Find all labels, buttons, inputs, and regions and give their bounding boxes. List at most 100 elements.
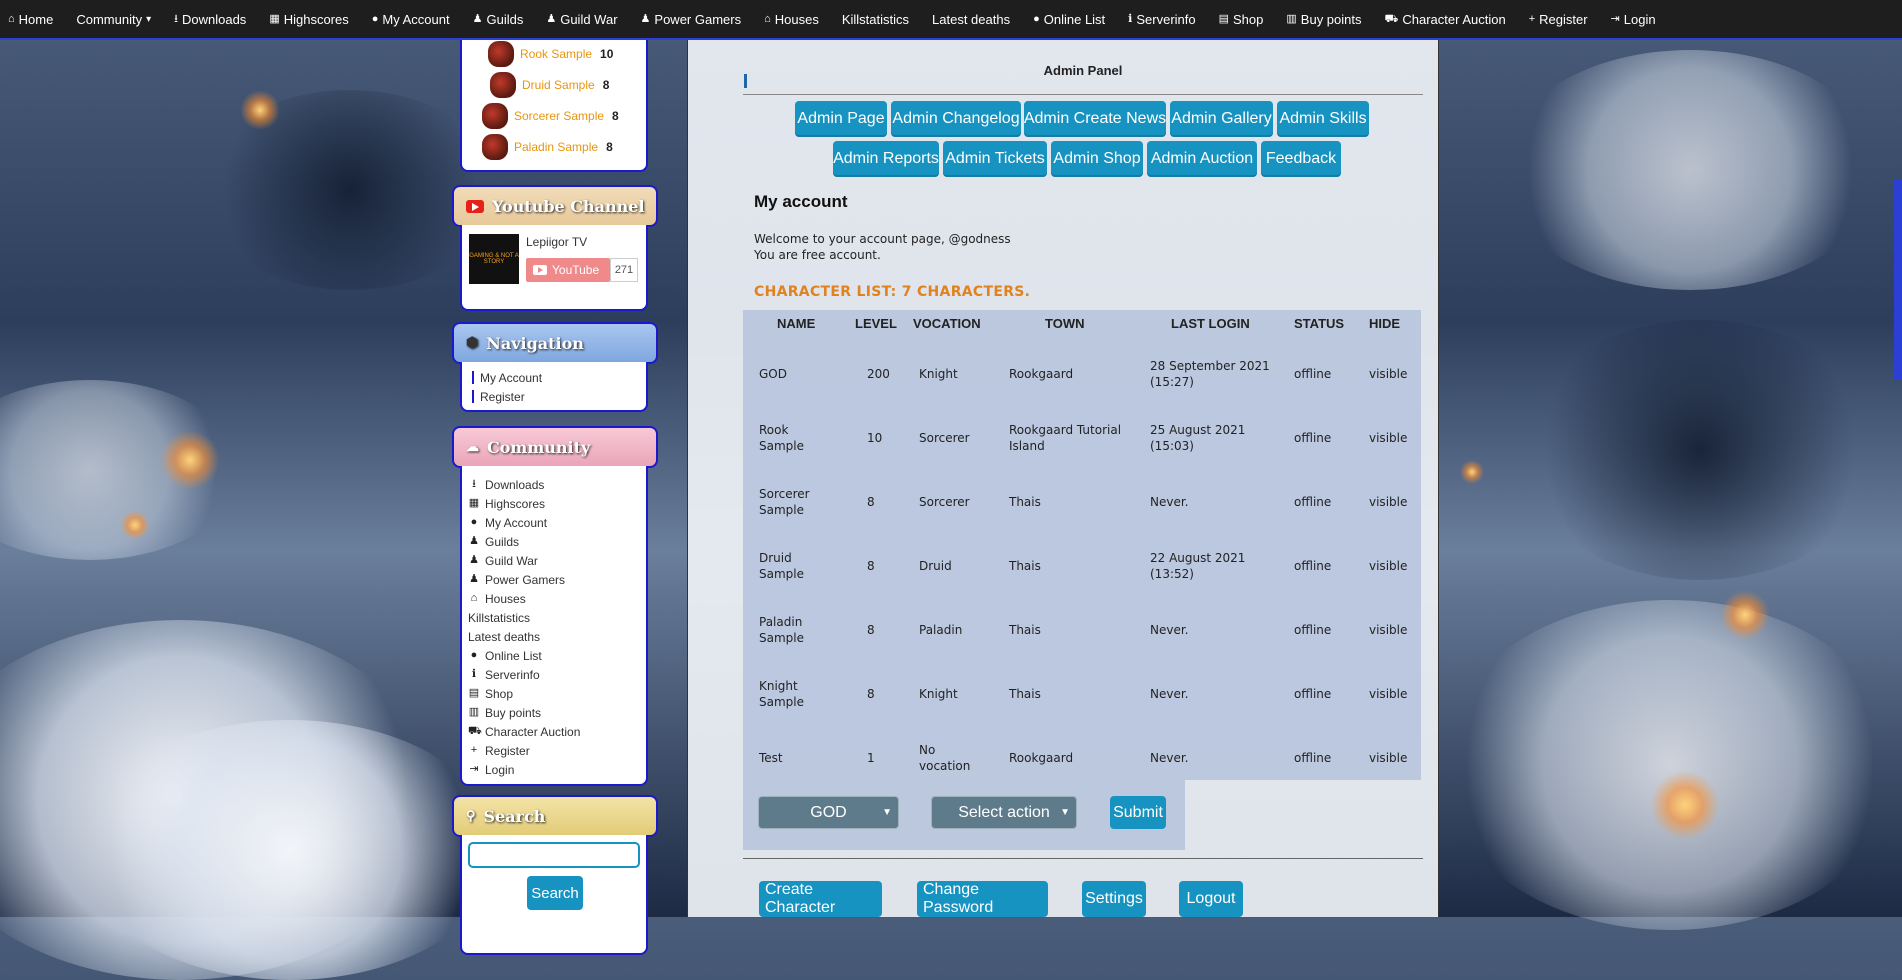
topnav-register[interactable]: + Register bbox=[1521, 12, 1603, 27]
admin-tickets-button[interactable]: Admin Tickets bbox=[943, 141, 1047, 177]
table-cell[interactable]: GOD bbox=[759, 366, 819, 382]
community-link-serverinfo[interactable]: ℹ Serverinfo bbox=[468, 665, 646, 684]
admin-changelog-button[interactable]: Admin Changelog bbox=[891, 101, 1021, 137]
topnav-houses[interactable]: ⌂ Houses bbox=[756, 12, 834, 27]
topnav-character-auction[interactable]: ⛟ Character Auction bbox=[1377, 12, 1521, 27]
community-link-highscores[interactable]: ▦ Highscores bbox=[468, 494, 646, 513]
admin-skills-button[interactable]: Admin Skills bbox=[1277, 101, 1369, 137]
topnav-guilds[interactable]: ♟ Guilds bbox=[465, 12, 539, 27]
channel-thumbnail[interactable]: GAMING & NOT A STORY bbox=[469, 234, 519, 284]
top-player-name[interactable]: Druid Sample bbox=[522, 78, 595, 92]
community-link-online-list[interactable]: ● Online List bbox=[468, 646, 646, 665]
admin-gallery-button[interactable]: Admin Gallery bbox=[1170, 101, 1273, 137]
topnav-power-gamers[interactable]: ♟ Power Gamers bbox=[633, 12, 757, 27]
character-select[interactable]: GOD ▼ bbox=[758, 796, 899, 829]
community-link-icon: ⛟ bbox=[468, 725, 482, 737]
logout-button[interactable]: Logout bbox=[1179, 881, 1243, 917]
topnav-downloads[interactable]: ⭳ Downloads bbox=[166, 12, 261, 27]
table-cell[interactable]: Sorcerer Sample bbox=[759, 486, 819, 518]
table-cell: Rookgaard Tutorial Island bbox=[1009, 423, 1122, 453]
topnav-icon: ▥ bbox=[1286, 12, 1297, 25]
topnav-serverinfo[interactable]: ℹ Serverinfo bbox=[1120, 12, 1210, 27]
community-link-killstatistics[interactable]: Killstatistics bbox=[468, 608, 646, 627]
top-player-row[interactable]: Paladin Sample 8 bbox=[482, 131, 646, 162]
top-player-name[interactable]: Sorcerer Sample bbox=[514, 109, 604, 123]
community-link-label: Register bbox=[485, 743, 530, 758]
nav-link-register[interactable]: Register bbox=[472, 387, 646, 406]
community-link-label: Downloads bbox=[485, 477, 545, 492]
topnav-login[interactable]: ⇥ Login bbox=[1603, 12, 1671, 27]
table-cell: offline bbox=[1294, 687, 1332, 701]
search-button[interactable]: Search bbox=[527, 876, 583, 910]
top-player-name[interactable]: Rook Sample bbox=[520, 47, 592, 61]
admin-create-news-button[interactable]: Admin Create News bbox=[1024, 101, 1166, 137]
table-row[interactable]: Rook Sample 10 Sorcerer Rookgaard Tutorial … bbox=[743, 406, 1421, 470]
topnav-buy-points[interactable]: ▥ Buy points bbox=[1278, 12, 1376, 27]
table-row[interactable]: Sorcerer Sample 8 Sorcerer Thais Never. offli… bbox=[743, 470, 1421, 534]
community-link-buy-points[interactable]: ▥ Buy points bbox=[468, 703, 646, 722]
youtube-icon bbox=[466, 199, 484, 213]
topnav-home[interactable]: ⌂ Home bbox=[0, 12, 68, 27]
community-link-label: My Account bbox=[485, 515, 548, 530]
scrollbar-thumb[interactable] bbox=[1894, 180, 1902, 380]
topnav-icon: ℹ bbox=[1128, 12, 1133, 25]
youtube-subscribe-button[interactable]: YouTube bbox=[526, 258, 610, 282]
community-link-my-account[interactable]: ● My Account bbox=[468, 513, 646, 532]
community-link-houses[interactable]: ⌂ Houses bbox=[468, 589, 646, 608]
topnav-shop[interactable]: ▤ Shop bbox=[1211, 12, 1279, 27]
community-link-label: Buy points bbox=[485, 705, 542, 720]
table-row[interactable]: Paladin Sample 8 Paladin Thais Never. offline… bbox=[743, 598, 1421, 662]
topnav-community[interactable]: Community ▾ bbox=[68, 12, 166, 27]
table-cell[interactable]: Druid Sample bbox=[759, 550, 819, 582]
search-input[interactable] bbox=[468, 842, 640, 868]
community-link-label: Login bbox=[485, 762, 515, 777]
topnav-latest-deaths[interactable]: Latest deaths bbox=[924, 12, 1025, 27]
action-select[interactable]: Select action ▼ bbox=[931, 796, 1077, 829]
table-row[interactable]: Knight Sample 8 Knight Thais Never. offline vi… bbox=[743, 662, 1421, 726]
community-link-downloads[interactable]: ⭳ Downloads bbox=[468, 475, 646, 494]
admin-auction-button[interactable]: Admin Auction bbox=[1147, 141, 1257, 177]
community-link-icon: ⌂ bbox=[470, 592, 478, 604]
topnav-killstatistics[interactable]: Killstatistics bbox=[834, 12, 924, 27]
topnav-icon: ● bbox=[1033, 12, 1040, 25]
table-cell[interactable]: Paladin Sample bbox=[759, 614, 819, 646]
community-link-power-gamers[interactable]: ♟ Power Gamers bbox=[468, 570, 646, 589]
top-player-name[interactable]: Paladin Sample bbox=[514, 140, 598, 154]
topnav-my-account[interactable]: ● My Account bbox=[364, 12, 465, 27]
community-link-character-auction[interactable]: ⛟ Character Auction bbox=[468, 722, 646, 741]
admin-reports-button[interactable]: Admin Reports bbox=[833, 141, 939, 177]
settings-button[interactable]: Settings bbox=[1082, 881, 1146, 917]
community-link-shop[interactable]: ▤ Shop bbox=[468, 684, 646, 703]
feedback-button[interactable]: Feedback bbox=[1261, 141, 1341, 177]
search-box: Search bbox=[460, 835, 648, 955]
community-link-login[interactable]: ⇥ Login bbox=[468, 760, 646, 779]
channel-name[interactable]: Lepiigor TV bbox=[526, 235, 587, 249]
community-link-latest-deaths[interactable]: Latest deaths bbox=[468, 627, 646, 646]
table-cell[interactable]: Rook Sample bbox=[759, 422, 819, 454]
topnav-online-list[interactable]: ● Online List bbox=[1025, 12, 1120, 27]
topnav-guild-war[interactable]: ♟ Guild War bbox=[538, 12, 632, 27]
community-link-register[interactable]: + Register bbox=[468, 741, 646, 760]
admin-shop-button[interactable]: Admin Shop bbox=[1051, 141, 1143, 177]
top-player-row[interactable]: Rook Sample 10 bbox=[482, 38, 646, 69]
table-row[interactable]: GOD 200 Knight Rookgaard 28 September 2021 (… bbox=[743, 342, 1421, 406]
topnav-highscores[interactable]: ▦ Highscores bbox=[261, 12, 363, 27]
navigation-box: My Account Register bbox=[460, 362, 648, 412]
submit-button[interactable]: Submit bbox=[1110, 796, 1166, 829]
table-cell: offline bbox=[1294, 623, 1332, 637]
top-player-level: 10 bbox=[600, 46, 614, 61]
top-player-row[interactable]: Druid Sample 8 bbox=[482, 69, 646, 100]
youtube-header: Youtube Channel bbox=[452, 185, 658, 227]
table-cell[interactable]: Test bbox=[759, 750, 819, 766]
table-row[interactable]: Druid Sample 8 Druid Thais 22 August 2021 (1… bbox=[743, 534, 1421, 598]
change-password-button[interactable]: Change Password bbox=[917, 881, 1048, 917]
table-cell[interactable]: Knight Sample bbox=[759, 678, 819, 710]
nav-link-bar bbox=[472, 390, 474, 403]
top-player-level: 8 bbox=[606, 139, 613, 154]
community-link-guild-war[interactable]: ♟ Guild War bbox=[468, 551, 646, 570]
admin-page-button[interactable]: Admin Page bbox=[795, 101, 887, 137]
create-character-button[interactable]: Create Character bbox=[759, 881, 882, 917]
top-player-row[interactable]: Sorcerer Sample 8 bbox=[482, 100, 646, 131]
nav-link-my-account[interactable]: My Account bbox=[472, 368, 646, 387]
community-link-guilds[interactable]: ♟ Guilds bbox=[468, 532, 646, 551]
